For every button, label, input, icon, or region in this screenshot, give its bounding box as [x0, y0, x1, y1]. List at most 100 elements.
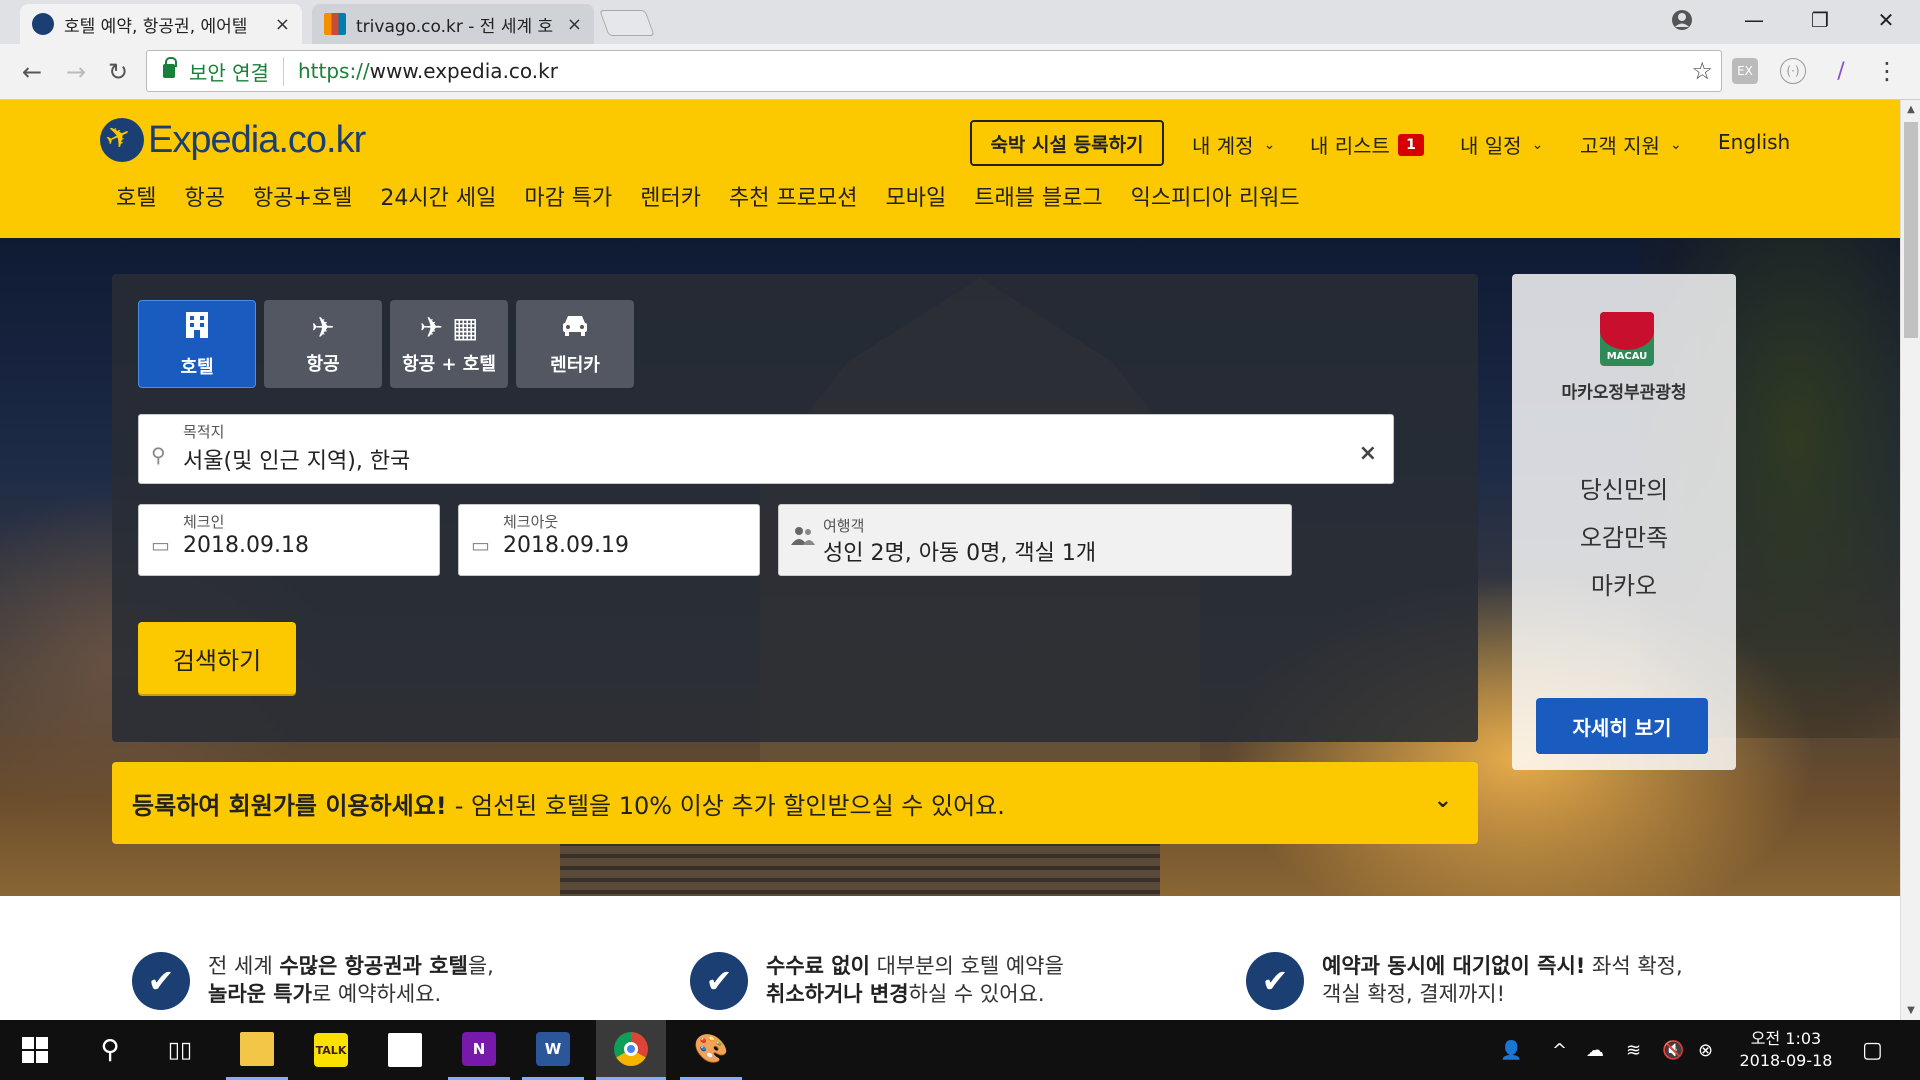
- onedrive-icon[interactable]: ☁: [1586, 1020, 1604, 1080]
- nav-label: 내 계정: [1192, 134, 1254, 158]
- nav-flights[interactable]: 항공: [184, 180, 224, 212]
- minimize-button[interactable]: —: [1724, 0, 1784, 40]
- tab-flight-hotel[interactable]: ✈ ▦ 항공 + 호텔: [390, 300, 508, 388]
- promo-headline: 등록하여 회원가를 이용하세요!: [132, 791, 447, 820]
- nav-car-rental[interactable]: 렌터카: [640, 180, 701, 212]
- extension-circle-icon[interactable]: (·): [1780, 58, 1806, 84]
- paint-icon[interactable]: 🎨: [680, 1020, 742, 1080]
- tab-car-rental[interactable]: 렌터카: [516, 300, 634, 388]
- nav-promotions[interactable]: 추천 프로모션: [729, 180, 857, 212]
- travelers-label: 여행객: [823, 517, 865, 535]
- nav-my-account[interactable]: 내 계정 ⌄: [1192, 130, 1275, 159]
- tab-label: 항공 + 호텔: [402, 354, 496, 375]
- reload-button[interactable]: ↻: [102, 56, 134, 88]
- url-text[interactable]: https://www.expedia.co.kr: [284, 59, 558, 83]
- chevron-down-icon: ⌄: [1531, 136, 1544, 153]
- browser-toolbar: ← → ↻ 보안 연결 https://www.expedia.co.kr ☆ …: [0, 44, 1920, 100]
- security-indicator[interactable]: 보안 연결: [189, 56, 284, 86]
- action-center-icon[interactable]: ▢: [1862, 1020, 1883, 1080]
- expedia-logo[interactable]: Expedia.co.kr: [100, 118, 366, 162]
- tab-expedia[interactable]: 호텔 예약, 항공권, 에어텔 ×: [20, 4, 302, 44]
- onenote-icon[interactable]: N: [448, 1020, 510, 1080]
- search-icon[interactable]: ⚲: [80, 1020, 140, 1080]
- close-window-button[interactable]: ✕: [1856, 0, 1916, 40]
- tab-flights[interactable]: ✈ 항공: [264, 300, 382, 388]
- clock-date: 2018-09-18: [1739, 1051, 1833, 1070]
- list-count-badge: 1: [1397, 133, 1424, 156]
- calendar-icon: ▭: [471, 533, 490, 557]
- ad-more-button[interactable]: 자세히 보기: [1536, 698, 1708, 754]
- tab-label: 호텔: [180, 356, 214, 378]
- word-icon[interactable]: W: [522, 1020, 584, 1080]
- tab-close-icon[interactable]: ×: [275, 14, 290, 35]
- nav-label: 내 리스트: [1310, 134, 1390, 158]
- page-scrollbar[interactable]: ▲ ▼: [1900, 100, 1920, 1020]
- nav-rewards[interactable]: 익스피디아 리워드: [1131, 180, 1300, 212]
- chevron-down-icon: ⌄: [1669, 136, 1682, 153]
- kakaotalk-icon[interactable]: TALK: [300, 1020, 362, 1080]
- nav-mobile[interactable]: 모바일: [885, 180, 946, 212]
- tray-people-icon[interactable]: 👤: [1500, 1020, 1522, 1080]
- expedia-favicon-icon: [32, 13, 54, 35]
- file-explorer-icon[interactable]: [226, 1020, 288, 1080]
- tab-trivago[interactable]: trivago.co.kr - 전 세계 호 ×: [312, 4, 594, 44]
- ad-tagline-3: 마카오: [1590, 572, 1658, 600]
- tab-title: 호텔 예약, 항공권, 에어텔: [64, 16, 248, 37]
- trivago-favicon-icon: [324, 13, 346, 35]
- nav-hotels[interactable]: 호텔: [116, 180, 156, 212]
- nav-travel-blog[interactable]: 트래블 블로그: [974, 180, 1102, 212]
- destination-field[interactable]: ⚲ 목적지 서울(및 인근 지역), 한국 ×: [138, 414, 1394, 484]
- address-bar[interactable]: 보안 연결 https://www.expedia.co.kr ☆: [146, 50, 1722, 92]
- nav-24h-sale[interactable]: 24시간 세일: [380, 180, 496, 212]
- extension-pen-icon[interactable]: /: [1828, 58, 1854, 84]
- travelers-field[interactable]: 여행객 성인 2명, 아동 0명, 객실 1개: [778, 504, 1292, 576]
- sticky-notes-icon[interactable]: [374, 1020, 436, 1080]
- back-button[interactable]: ←: [16, 56, 48, 88]
- url-scheme: https://: [297, 59, 370, 83]
- nav-english[interactable]: English: [1718, 130, 1790, 154]
- macau-ad[interactable]: MACAU 마카오정부관광청 당신만의 오감만족 마카오 자세히 보기: [1512, 274, 1736, 770]
- nav-flight-hotel[interactable]: 항공+호텔: [253, 180, 352, 212]
- nav-support[interactable]: 고객 지원 ⌄: [1580, 130, 1682, 159]
- browser-menu-icon[interactable]: ⋮: [1874, 57, 1900, 85]
- windows-start-icon[interactable]: [0, 1020, 70, 1080]
- chrome-icon[interactable]: [596, 1020, 666, 1080]
- scroll-up-icon[interactable]: ▲: [1901, 104, 1920, 115]
- tab-hotels[interactable]: 호텔: [138, 300, 256, 388]
- nav-last-minute[interactable]: 마감 특가: [524, 180, 612, 212]
- tray-expand-icon[interactable]: ^: [1552, 1020, 1567, 1080]
- nav-my-list[interactable]: 내 리스트 1: [1310, 130, 1424, 159]
- profile-icon[interactable]: [1660, 0, 1704, 40]
- forward-button[interactable]: →: [60, 56, 92, 88]
- scroll-down-icon[interactable]: ▼: [1901, 1005, 1920, 1016]
- new-tab-button[interactable]: [599, 10, 655, 36]
- volume-muted-icon[interactable]: 🔇: [1662, 1020, 1684, 1080]
- checkmark-icon: ✔: [132, 952, 190, 1010]
- search-button[interactable]: 검색하기: [138, 622, 296, 694]
- ad-organization: 마카오정부관광청: [1561, 383, 1687, 403]
- wifi-icon[interactable]: ≋: [1626, 1020, 1641, 1080]
- site-header: Expedia.co.kr 숙박 시설 등록하기 내 계정 ⌄ 내 리스트 1 …: [0, 100, 1900, 238]
- maximize-button[interactable]: ❐: [1790, 0, 1850, 40]
- checkout-field[interactable]: ▭ 체크아웃 2018.09.19: [458, 504, 760, 576]
- people-icon: [791, 525, 815, 552]
- nav-my-trips[interactable]: 내 일정 ⌄: [1460, 130, 1543, 159]
- bookmark-star-icon[interactable]: ☆: [1691, 57, 1713, 85]
- car-icon: [560, 312, 590, 345]
- checkin-value: 2018.09.18: [183, 533, 309, 558]
- expedia-globe-icon: [100, 118, 144, 162]
- scrollbar-thumb[interactable]: [1904, 122, 1918, 338]
- notification-off-icon[interactable]: ⊗: [1698, 1020, 1713, 1080]
- register-property-button[interactable]: 숙박 시설 등록하기: [970, 120, 1164, 166]
- destination-value: 서울(및 인근 지역), 한국: [183, 449, 411, 474]
- chevron-down-icon[interactable]: ⌄: [1434, 788, 1452, 813]
- task-view-icon[interactable]: ▯▯: [150, 1020, 210, 1080]
- system-clock[interactable]: 오전 1:03 2018-09-18: [1730, 1028, 1842, 1072]
- travelers-value: 성인 2명, 아동 0명, 객실 1개: [823, 541, 1097, 566]
- tab-close-icon[interactable]: ×: [567, 14, 582, 35]
- clear-icon[interactable]: ×: [1359, 441, 1377, 466]
- checkin-field[interactable]: ▭ 체크인 2018.09.18: [138, 504, 440, 576]
- feature-item: ✔ 예약과 동시에 대기없이 즉시! 좌석 확정, 객실 확정, 결제까지!: [1246, 952, 1683, 1010]
- member-promo-banner[interactable]: 등록하여 회원가를 이용하세요! - 엄선된 호텔을 10% 이상 추가 할인받…: [112, 762, 1478, 844]
- extension-ex-icon[interactable]: EX: [1732, 58, 1758, 84]
